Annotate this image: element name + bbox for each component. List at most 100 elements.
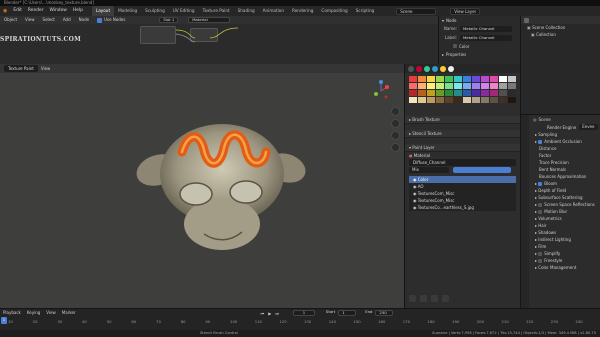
palette-swatch[interactable] <box>436 90 444 96</box>
remove-layer-icon[interactable] <box>420 295 427 302</box>
palette-swatch[interactable] <box>481 76 489 82</box>
channel-selector[interactable]: Diffuse_Channel <box>409 159 516 166</box>
palette-swatch[interactable] <box>463 83 471 89</box>
section-checkbox[interactable] <box>538 140 543 144</box>
property-section-row[interactable]: ▸ Depth of Field <box>521 187 600 194</box>
section-checkbox[interactable] <box>538 182 543 186</box>
workspace-tab-animation[interactable]: Animation <box>259 6 288 16</box>
palette-swatch[interactable] <box>418 90 426 96</box>
palette-swatch[interactable] <box>508 90 516 96</box>
shader-object-menu[interactable]: Object <box>0 16 21 24</box>
suzanne-model[interactable] <box>130 112 310 262</box>
material-row[interactable]: ● Material <box>405 152 520 159</box>
use-nodes-checkbox[interactable] <box>97 17 103 23</box>
palette-swatch[interactable] <box>454 90 462 96</box>
camera-view-icon[interactable] <box>391 131 400 140</box>
property-section-row[interactable]: ▸ Volumetrics <box>521 215 600 222</box>
workspace-tab-scripting[interactable]: Scripting <box>352 6 379 16</box>
jump-end-icon[interactable]: ⏭ <box>275 311 279 316</box>
palette-swatch[interactable] <box>427 90 435 96</box>
property-section-row[interactable]: ▸ Color Management <box>521 264 600 271</box>
jump-start-icon[interactable]: ⏮ <box>261 311 265 316</box>
workspace-tab-texture-paint[interactable]: Texture Paint <box>199 6 234 16</box>
play-icon[interactable]: ▶ <box>268 311 271 316</box>
palette-swatch[interactable] <box>472 90 480 96</box>
palette-swatch[interactable] <box>508 76 516 82</box>
shader-menu-select[interactable]: Select <box>39 16 59 24</box>
workspace-tab-sculpting[interactable]: Sculpting <box>141 6 169 16</box>
workspace-tab-compositing[interactable]: Compositing <box>317 6 351 16</box>
property-section-row[interactable]: ▸ Motion Blur <box>521 208 600 215</box>
menu-window[interactable]: Window <box>47 6 70 16</box>
palette-swatch[interactable] <box>472 76 480 82</box>
collection-row[interactable]: ▣ Collection <box>521 31 600 38</box>
workspace-tab-uv-editing[interactable]: UV Editing <box>169 6 199 16</box>
palette-swatch[interactable] <box>481 90 489 96</box>
render-engine-dropdown[interactable]: Eevee <box>579 124 598 130</box>
palette-swatch[interactable] <box>472 97 480 103</box>
brush-texture-panel-header[interactable]: ▸ Brush Texture <box>405 116 520 124</box>
stencil-texture-panel-header[interactable]: ▸ Stencil Texture <box>405 130 520 138</box>
palette-swatch[interactable] <box>436 97 444 103</box>
palette-swatch[interactable] <box>499 97 507 103</box>
node-name-input[interactable]: Metallic Channel <box>460 25 512 32</box>
navigation-gizmo[interactable] <box>370 78 392 104</box>
property-section-row[interactable]: ▸ Simplify <box>521 250 600 257</box>
palette-swatch[interactable] <box>418 97 426 103</box>
menu-render[interactable]: Render <box>25 6 47 16</box>
palette-swatch[interactable] <box>490 83 498 89</box>
current-frame-field[interactable]: 1 <box>292 310 315 316</box>
blender-logo-icon[interactable]: ◉ <box>0 6 10 16</box>
property-section-row[interactable]: ▸ Hair <box>521 222 600 229</box>
palette-swatch[interactable] <box>499 83 507 89</box>
brush-icon[interactable] <box>408 65 414 72</box>
palette-swatch[interactable] <box>445 83 453 89</box>
property-section-row[interactable]: ▸ Shadows <box>521 229 600 236</box>
workspace-tab-layout[interactable]: Layout <box>91 6 115 16</box>
palette-swatch[interactable] <box>490 90 498 96</box>
palette-swatch[interactable] <box>463 90 471 96</box>
color-checkbox[interactable] <box>453 44 457 48</box>
viewport-mode-dropdown[interactable]: Texture Paint <box>4 65 38 72</box>
palette-swatch[interactable] <box>445 97 453 103</box>
zoom-icon[interactable] <box>391 107 400 116</box>
node-panel-header[interactable]: ▾ Node <box>439 16 520 24</box>
layer-row[interactable]: ◉ TexturesCom_Misc <box>409 197 516 204</box>
add-layer-icon[interactable] <box>409 295 416 302</box>
property-section-row[interactable]: ▸ Ambient Occlusion <box>521 138 600 145</box>
property-section-row[interactable]: ▸ Bloom <box>521 180 600 187</box>
shader-menu-add[interactable]: Add <box>59 16 75 24</box>
menu-edit[interactable]: Edit <box>10 6 25 16</box>
view-layer-selector[interactable]: View Layer <box>450 7 481 15</box>
palette-swatch[interactable] <box>454 76 462 82</box>
palette-swatch[interactable] <box>436 83 444 89</box>
shader-menu-view[interactable]: View <box>21 16 39 24</box>
property-section-row[interactable]: ▸ Freestyle <box>521 257 600 264</box>
property-sub-row[interactable]: Factor <box>521 152 600 159</box>
node-label-input[interactable]: Metallic Channel <box>460 34 512 41</box>
palette-swatch[interactable] <box>427 83 435 89</box>
playhead[interactable]: 1 <box>1 317 7 324</box>
scene-collection-row[interactable]: ▣ Scene Collection <box>521 24 600 31</box>
property-section-row[interactable]: ▸ Film <box>521 243 600 250</box>
palette-swatch[interactable] <box>409 90 417 96</box>
layer-row[interactable]: ◉ Color <box>409 176 516 183</box>
palette-swatch[interactable] <box>427 76 435 82</box>
viewport-menu-view[interactable]: View <box>38 64 54 73</box>
material-field[interactable]: Material <box>188 17 231 23</box>
palette-swatch[interactable] <box>409 76 417 82</box>
layer-row[interactable]: ◉ TexturesCom_Misc <box>409 190 516 197</box>
palette-swatch-icon[interactable] <box>448 65 454 72</box>
palette-swatch[interactable] <box>481 97 489 103</box>
layer-row[interactable]: ◉ AO <box>409 183 516 190</box>
palette-swatch[interactable] <box>508 83 516 89</box>
opacity-slider[interactable] <box>453 167 511 173</box>
menu-help[interactable]: Help <box>70 6 86 16</box>
palette-swatch[interactable] <box>409 97 417 103</box>
property-sub-row[interactable]: Bounces Approximation <box>521 173 600 180</box>
layer-row[interactable]: ◉ TexturesCo...earthless_S.jpg <box>409 204 516 211</box>
palette-swatch[interactable] <box>418 83 426 89</box>
palette-swatch-icon[interactable] <box>440 65 446 72</box>
timeline-menu-keying[interactable]: Keying <box>24 309 43 317</box>
palette-swatch[interactable] <box>481 83 489 89</box>
